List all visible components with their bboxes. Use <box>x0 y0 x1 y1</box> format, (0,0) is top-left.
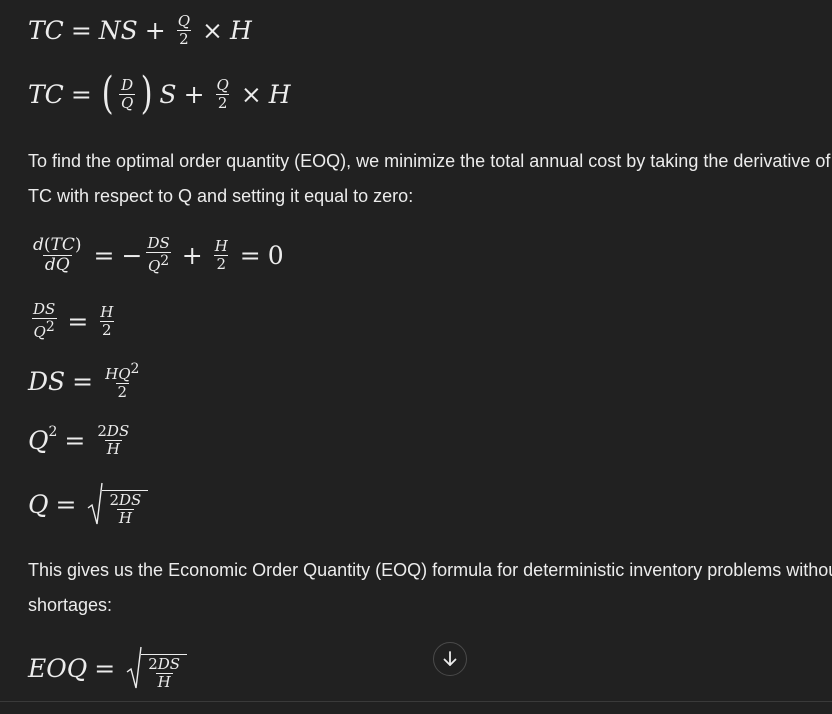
explanation-paragraph: This gives us the Economic Order Quantit… <box>28 553 832 623</box>
explanation-paragraph: To find the optimal order quantity (EOQ)… <box>28 144 832 214</box>
equation-total-cost: TC = NS + Q2 × H <box>28 12 252 48</box>
divider <box>0 701 832 702</box>
square-root-symbol: 2DS H <box>87 482 149 526</box>
equation-total-cost-expanded: TC = ( DQ ) S + Q2 × H <box>28 68 291 119</box>
paragraph-line: TC with respect to Q and setting it equa… <box>28 186 414 206</box>
paragraph-line: This gives us the Economic Order Quantit… <box>28 560 832 580</box>
paragraph-line: shortages: <box>28 595 113 615</box>
arrow-down-icon <box>441 650 459 668</box>
square-root-symbol: 2DS H <box>126 646 188 690</box>
scroll-to-bottom-button[interactable] <box>433 642 467 676</box>
equation-q-squared: Q 2 = 2DS H <box>28 422 130 458</box>
equation-balance: DS Q2 = H2 <box>31 300 114 341</box>
paragraph-line: To find the optimal order quantity (EOQ)… <box>28 151 831 171</box>
equation-q-root: Q = 2DS H <box>28 482 149 526</box>
equation-ds: DS = HQ2 2 <box>28 361 140 401</box>
equation-eoq: EOQ = 2DS H <box>28 646 188 690</box>
equation-derivative: d(TC) dQ = − DS Q2 + H2 = 0 <box>33 234 284 275</box>
chat-message-view: TC = NS + Q2 × H TC = ( DQ ) S + Q2 × H To find… <box>0 0 832 714</box>
